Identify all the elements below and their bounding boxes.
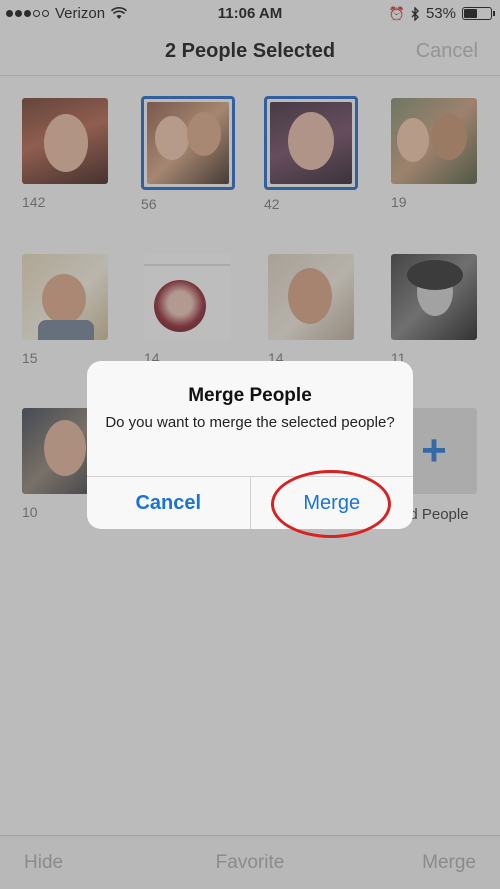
alert-message: Do you want to merge the selected people… [105,414,395,431]
alert-cancel-button[interactable]: Cancel [87,477,251,529]
highlight-circle [271,470,391,538]
alert-title: Merge People [188,385,312,406]
